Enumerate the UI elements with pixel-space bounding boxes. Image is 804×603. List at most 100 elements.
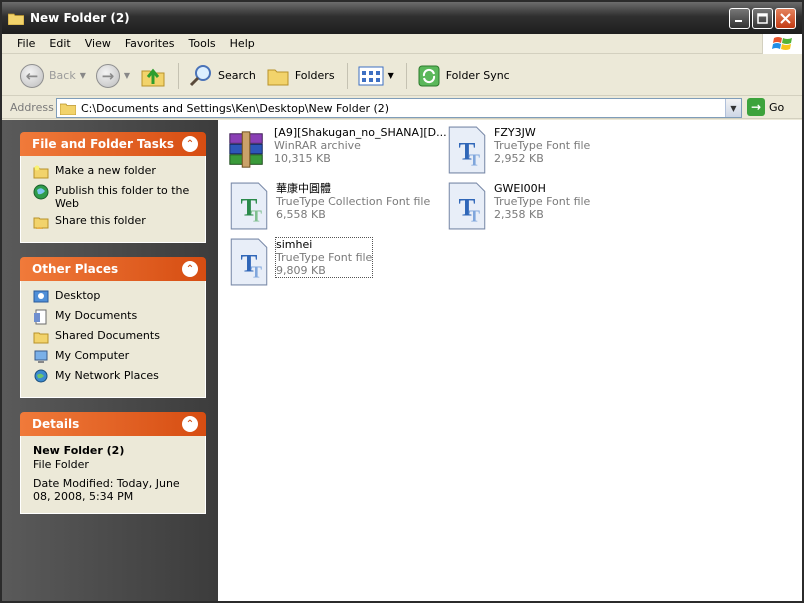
file-item[interactable]: T T GWEI00H TrueType Font file 2,358 KB — [446, 182, 590, 230]
windows-flag-icon — [771, 37, 792, 50]
file-type: TrueType Font file — [494, 139, 591, 152]
shared-folder-icon — [33, 332, 49, 344]
file-folder-tasks-body: Make a new folder Publish this folder to… — [20, 156, 206, 243]
explorer-window: New Folder (2) File Edit View Favorites … — [0, 0, 804, 603]
truetype-collection-icon: T T — [230, 182, 268, 230]
menu-file[interactable]: File — [10, 37, 42, 50]
file-size: 2,952 KB — [494, 152, 544, 165]
back-button[interactable]: ← Back ▼ — [16, 61, 90, 91]
place-my-computer[interactable]: My Computer — [33, 349, 195, 365]
close-icon — [780, 13, 791, 24]
file-name: GWEI00H — [494, 182, 546, 195]
file-size: 9,809 KB — [276, 264, 326, 277]
place-desktop[interactable]: Desktop — [33, 289, 195, 305]
maximize-icon — [757, 13, 768, 24]
menu-favorites[interactable]: Favorites — [118, 37, 182, 50]
address-label: Address — [10, 101, 54, 114]
file-item[interactable]: [A9][Shakugan_no_SHANA][D... WinRAR arch… — [226, 126, 447, 174]
folders-button[interactable]: Folders — [262, 61, 339, 91]
menu-bar: File Edit View Favorites Tools Help — [2, 34, 802, 54]
collapse-chevron-icon[interactable]: ⌃ — [182, 416, 198, 432]
share-folder-icon — [33, 217, 49, 229]
other-places-body: Desktop My Documents Shared Documents My… — [20, 281, 206, 398]
task-label: Publish this folder to the Web — [55, 184, 190, 210]
file-size: 2,358 KB — [494, 208, 544, 221]
menu-help[interactable]: Help — [223, 37, 262, 50]
task-make-new-folder[interactable]: Make a new folder — [33, 164, 195, 180]
file-item[interactable]: T T 華康中圓體 TrueType Collection Font file … — [228, 182, 430, 230]
search-label: Search — [218, 69, 256, 82]
place-shared-documents[interactable]: Shared Documents — [33, 329, 195, 345]
file-list-view[interactable]: [A9][Shakugan_no_SHANA][D... WinRAR arch… — [218, 120, 802, 601]
menu-edit[interactable]: Edit — [42, 37, 77, 50]
folder-sync-button[interactable]: Folder Sync — [413, 61, 514, 91]
file-folder-tasks-panel: File and Folder Tasks ⌃ Make a new folde… — [20, 132, 206, 243]
go-label: Go — [769, 100, 785, 114]
place-label: My Network Places — [55, 369, 159, 382]
file-item-selected[interactable]: T T simhei TrueType Font file 9,809 KB — [228, 237, 374, 286]
address-dropdown-button[interactable]: ▼ — [725, 99, 741, 117]
close-button[interactable] — [775, 8, 796, 29]
task-pane: File and Folder Tasks ⌃ Make a new folde… — [2, 120, 218, 601]
collapse-chevron-icon[interactable]: ⌃ — [182, 136, 198, 152]
svg-text:T: T — [251, 207, 262, 226]
task-publish-folder[interactable]: Publish this folder to the Web — [33, 184, 195, 210]
address-input[interactable]: C:\Documents and Settings\Ken\Desktop\Ne… — [56, 98, 742, 118]
file-item[interactable]: T T FZY3JW TrueType Font file 2,952 KB — [446, 126, 590, 174]
folder-sync-label: Folder Sync — [445, 69, 510, 82]
views-button[interactable]: ▼ — [354, 61, 398, 91]
panel-title: Other Places — [32, 262, 119, 276]
folder-icon — [8, 13, 24, 25]
search-button[interactable]: Search — [185, 61, 260, 91]
truetype-font-icon: T T — [448, 126, 486, 174]
panel-title: File and Folder Tasks — [32, 137, 175, 151]
file-folder-tasks-header[interactable]: File and Folder Tasks ⌃ — [20, 132, 206, 156]
file-name: 華康中圓體 — [276, 182, 331, 195]
panel-title: Details — [32, 417, 80, 431]
back-label: Back — [49, 69, 76, 82]
menu-tools[interactable]: Tools — [182, 37, 223, 50]
address-path: C:\Documents and Settings\Ken\Desktop\Ne… — [81, 101, 390, 115]
up-button[interactable] — [136, 61, 170, 91]
address-bar: Address C:\Documents and Settings\Ken\De… — [2, 97, 802, 119]
svg-text:T: T — [469, 151, 480, 170]
documents-icon — [34, 309, 47, 325]
file-type: TrueType Font file — [276, 251, 373, 264]
toolbar-separator — [405, 62, 407, 89]
chevron-down-icon[interactable]: ▼ — [124, 71, 130, 80]
globe-icon — [33, 184, 49, 200]
file-name: FZY3JW — [494, 126, 536, 139]
toolbar-separator — [346, 62, 348, 89]
chevron-down-icon[interactable]: ▼ — [80, 71, 86, 80]
minimize-icon — [735, 20, 742, 22]
svg-text:T: T — [469, 207, 480, 226]
details-header[interactable]: Details ⌃ — [20, 412, 206, 436]
place-label: Desktop — [55, 289, 101, 302]
title-bar[interactable]: New Folder (2) — [2, 2, 802, 34]
place-label: My Computer — [55, 349, 130, 362]
place-label: Shared Documents — [55, 329, 160, 342]
details-type: File Folder — [33, 458, 89, 471]
details-body: New Folder (2) File Folder Date Modified… — [20, 436, 206, 514]
folders-label: Folders — [294, 69, 335, 82]
place-my-network-places[interactable]: My Network Places — [33, 369, 195, 385]
other-places-header[interactable]: Other Places ⌃ — [20, 257, 206, 281]
task-label: Make a new folder — [55, 164, 156, 177]
go-button[interactable]: → Go — [747, 98, 784, 116]
task-label: Share this folder — [55, 214, 146, 227]
file-type: TrueType Collection Font file — [276, 195, 431, 208]
menu-view[interactable]: View — [78, 37, 118, 50]
truetype-font-icon: T T — [448, 182, 486, 230]
place-my-documents[interactable]: My Documents — [33, 309, 195, 325]
file-name: simhei — [276, 238, 313, 251]
views-icon — [358, 66, 384, 85]
collapse-chevron-icon[interactable]: ⌃ — [182, 261, 198, 277]
task-share-folder[interactable]: Share this folder — [33, 214, 195, 230]
details-name: New Folder (2) — [33, 444, 125, 457]
other-places-panel: Other Places ⌃ Desktop My Documents Shar… — [20, 257, 206, 398]
maximize-button[interactable] — [752, 8, 773, 29]
forward-button[interactable]: → ▼ — [92, 61, 134, 91]
minimize-button[interactable] — [729, 8, 750, 29]
file-type: WinRAR archive — [274, 139, 361, 152]
chevron-down-icon[interactable]: ▼ — [388, 71, 394, 80]
